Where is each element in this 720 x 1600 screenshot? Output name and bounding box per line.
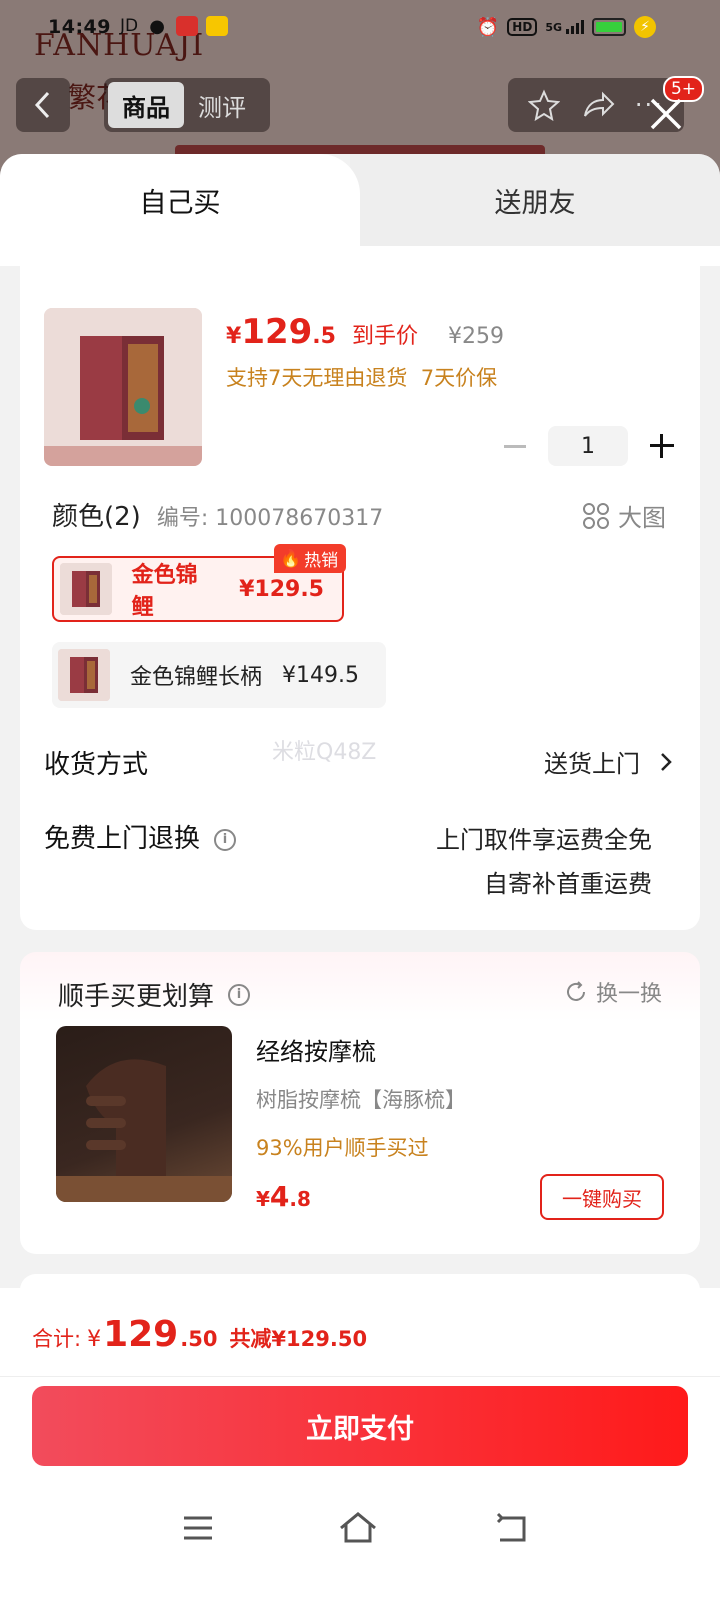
option-price: ¥129.5 xyxy=(239,576,324,602)
decrease-quantity-button[interactable] xyxy=(504,444,526,448)
pay-now-button[interactable]: 立即支付 xyxy=(32,1386,688,1466)
delivery-label: 收货方式 xyxy=(44,750,149,780)
addon-title: 顺手买更划算 i xyxy=(58,976,251,1013)
service-promise: 支持7天无理由退货 7天价保 xyxy=(226,366,498,390)
addon-card: 顺手买更划算 i 换一换 经络按摩梳 树脂按摩梳【海豚梳】 93%用户顺手买过 ¥… xyxy=(20,952,700,1254)
addon-price: ¥4.8 xyxy=(256,1180,311,1213)
hd-icon: HD xyxy=(507,18,538,36)
swap-button[interactable]: 换一换 xyxy=(564,976,662,1008)
total-int: 129 xyxy=(103,1314,179,1355)
option-thumbnail xyxy=(58,649,110,701)
total-saved: 共减¥129.50 xyxy=(229,1327,368,1351)
app-notification-icon xyxy=(176,16,199,36)
addon-product-image[interactable] xyxy=(56,1026,232,1202)
home-icon[interactable] xyxy=(338,1510,378,1544)
purchase-mode-tabs: 送朋友 自己买 xyxy=(0,154,720,248)
back-nav-icon[interactable] xyxy=(494,1512,528,1544)
big-image-button[interactable]: 大图 xyxy=(582,498,666,533)
back-button[interactable] xyxy=(16,78,70,132)
delivery-method-selector[interactable]: 送货上门 xyxy=(544,744,672,779)
page-tabs: 商品 测评 xyxy=(104,78,270,132)
final-price-label: 到手价 xyxy=(351,324,418,349)
menu-icon[interactable] xyxy=(182,1514,214,1542)
charging-icon: ⚡ xyxy=(634,16,656,38)
product-code: 编号: 100078670317 xyxy=(156,506,384,531)
returns-value: 上门取件享运费全免 自寄补首重运费 xyxy=(436,826,652,898)
quantity-stepper: 1 xyxy=(504,426,674,466)
network-label: 5G xyxy=(545,21,562,34)
color-header: 颜色(2) 编号: 100078670317 xyxy=(52,496,383,533)
increase-quantity-button[interactable] xyxy=(650,434,674,458)
tab-gift-friend[interactable]: 送朋友 xyxy=(350,154,720,246)
alarm-icon: ⏰ xyxy=(476,16,500,38)
total-dec: .50 xyxy=(180,1327,218,1351)
total-currency: ¥ xyxy=(87,1327,102,1352)
final-price: ¥129.5 xyxy=(226,312,336,352)
carrier-label: JD xyxy=(120,16,139,36)
share-icon[interactable] xyxy=(581,90,615,120)
addon-subtitle: 树脂按摩梳【海豚梳】 xyxy=(256,1088,466,1112)
price-row: ¥129.5 到手价 ¥259 xyxy=(226,312,504,352)
big-image-label: 大图 xyxy=(618,504,666,532)
option-name: 金色锦鲤 xyxy=(131,563,198,620)
system-navigation-bar xyxy=(0,1498,720,1578)
notification-icons: JD ● xyxy=(120,15,229,37)
total-label: 合计: xyxy=(32,1327,82,1351)
flame-icon: 🔥 xyxy=(280,548,302,569)
checkout-footer: 合计: ¥ 129 .50 共减¥129.50 立即支付 xyxy=(0,1288,720,1600)
star-icon[interactable] xyxy=(528,89,561,121)
original-price: ¥259 xyxy=(447,324,504,349)
product-card: ¥129.5 到手价 ¥259 支持7天无理由退货 7天价保 1 颜色(2) 编… xyxy=(0,246,720,930)
delivery-value: 送货上门 xyxy=(544,750,640,778)
chevron-right-icon xyxy=(661,752,672,771)
total-row: 合计: ¥ 129 .50 共减¥129.50 xyxy=(32,1314,367,1355)
chevron-left-icon xyxy=(34,91,50,119)
hot-sale-badge: 🔥 热销 xyxy=(274,544,347,573)
meituan-icon xyxy=(206,16,229,36)
option-name: 金色锦鲤长柄 xyxy=(130,665,263,690)
returns-label: 免费上门退换 i xyxy=(44,818,237,855)
info-icon[interactable]: i xyxy=(228,983,251,1006)
status-bar: 14:49 JD ● ⏰ HD 5G ⚡ xyxy=(0,0,720,56)
one-click-buy-button[interactable]: 一键购买 xyxy=(540,1174,664,1220)
grid-icon xyxy=(583,502,609,529)
info-icon[interactable]: i xyxy=(214,828,237,851)
wechat-icon: ● xyxy=(149,15,165,37)
battery-icon xyxy=(592,18,626,36)
watermark: 米粒Q48Z xyxy=(272,740,377,765)
tab-reviews[interactable]: 测评 xyxy=(184,82,260,128)
close-icon[interactable] xyxy=(646,94,686,134)
color-option-gold-koi-long[interactable]: 金色锦鲤长柄 ¥149.5 xyxy=(52,642,386,708)
addon-name: 经络按摩梳 xyxy=(256,1038,376,1066)
product-box-illustration xyxy=(44,308,202,466)
status-time: 14:49 xyxy=(48,16,111,38)
divider xyxy=(0,1376,720,1377)
signal-icon: 5G xyxy=(545,20,584,34)
tab-product[interactable]: 商品 xyxy=(108,82,184,128)
quantity-input[interactable]: 1 xyxy=(548,426,628,466)
color-title: 颜色(2) xyxy=(52,502,141,532)
option-price: ¥149.5 xyxy=(282,662,359,688)
tab-buy-self[interactable]: 自己买 xyxy=(0,154,360,246)
refresh-icon xyxy=(567,981,585,1001)
option-thumbnail xyxy=(60,563,112,615)
addon-repurchase-rate: 93%用户顺手买过 xyxy=(256,1136,429,1160)
system-status-icons: ⏰ HD 5G ⚡ xyxy=(477,16,656,38)
product-image[interactable] xyxy=(44,308,202,466)
